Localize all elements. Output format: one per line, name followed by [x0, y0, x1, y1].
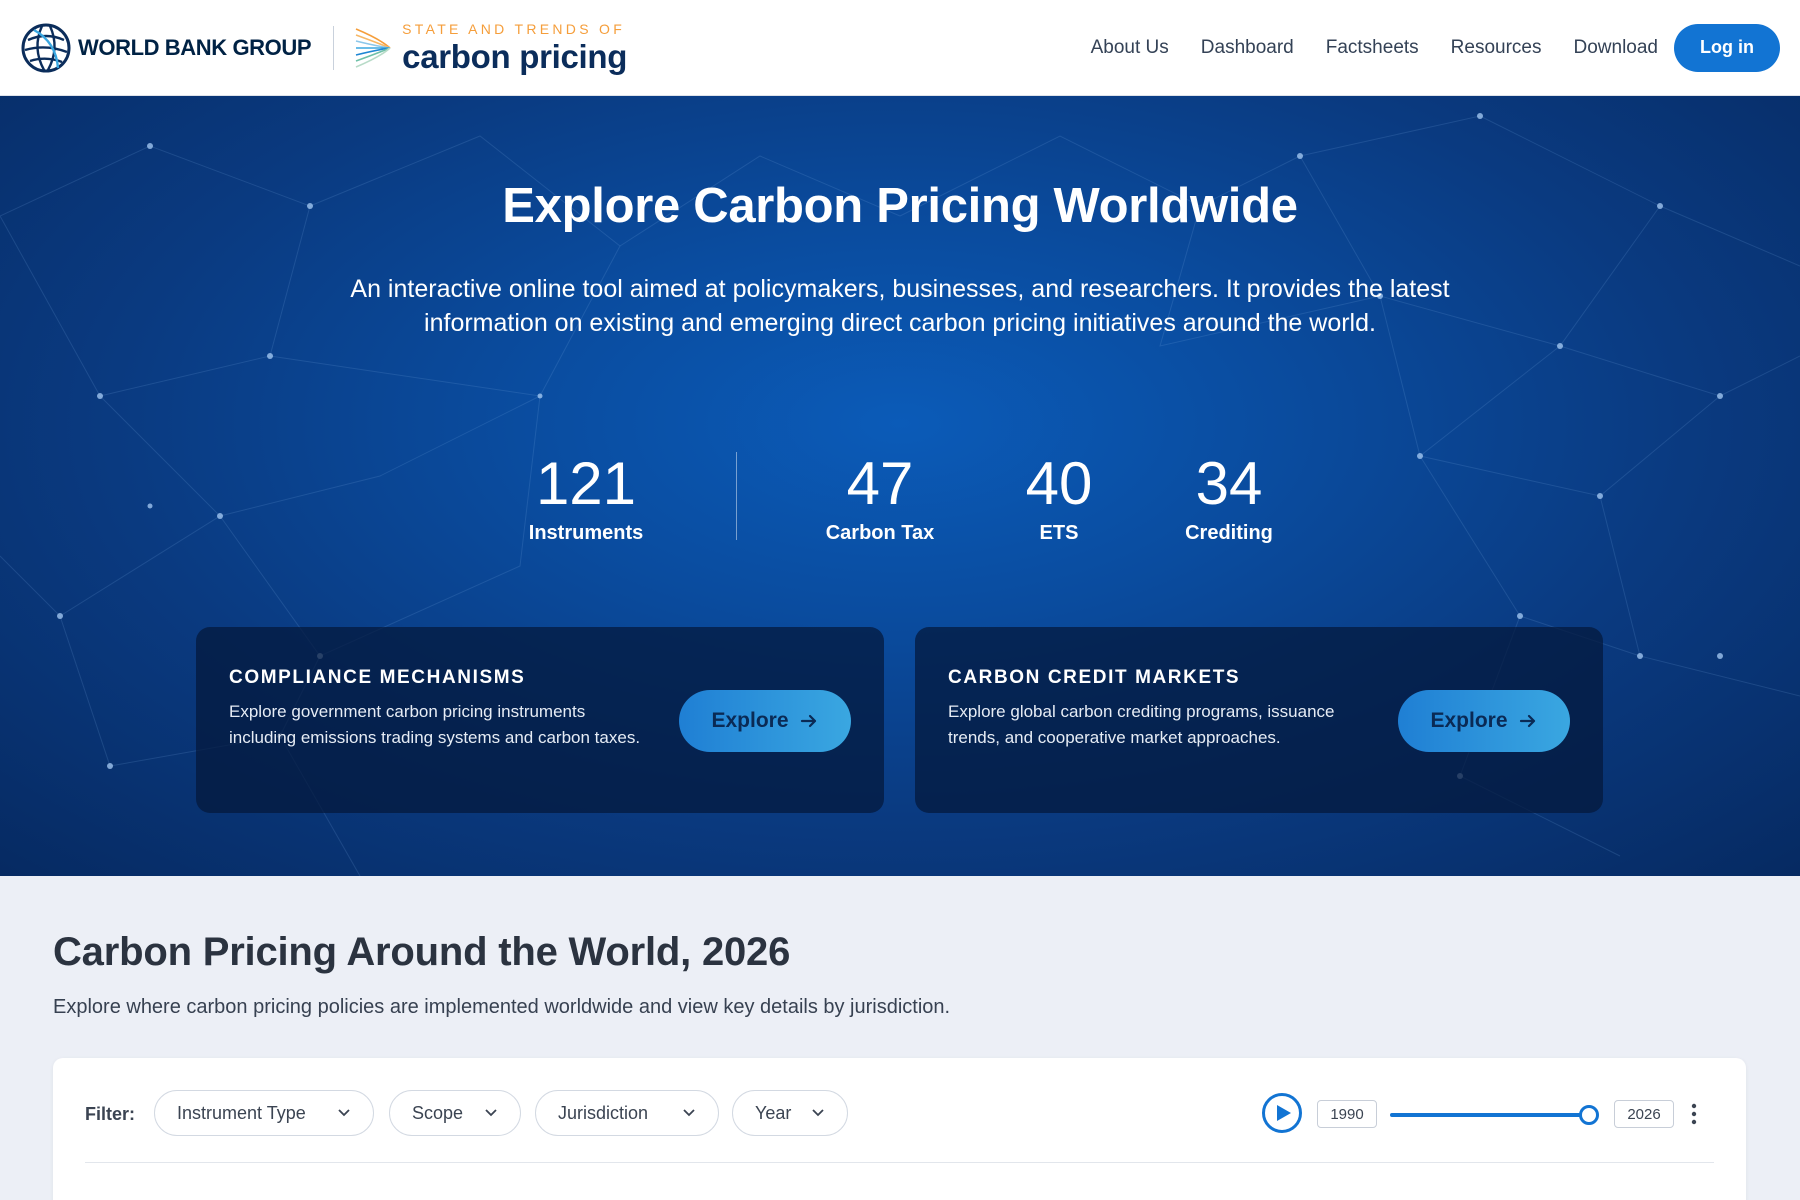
explore-label: Explore — [1430, 709, 1508, 732]
dropdown-label: Jurisdiction — [558, 1102, 649, 1123]
stat-value: 34 — [1195, 450, 1263, 517]
stat-label: Crediting — [1185, 522, 1273, 544]
stat-carbon-tax: 47 Carbon Tax — [780, 452, 980, 545]
dropdown-label: Scope — [412, 1102, 464, 1123]
chevron-down-icon — [812, 1109, 824, 1117]
stat-value: 47 — [846, 450, 914, 517]
carbon-credit-markets-card: CARBON CREDIT MARKETS Explore global car… — [915, 627, 1603, 813]
more-vertical-icon[interactable] — [1690, 1102, 1698, 1126]
arrow-right-icon — [1519, 714, 1535, 728]
compliance-mechanisms-card: COMPLIANCE MECHANISMS Explore government… — [196, 627, 884, 813]
year-slider-thumb[interactable] — [1579, 1105, 1599, 1125]
globe-icon — [21, 23, 71, 72]
year-end-box[interactable]: 2026 — [1614, 1100, 1674, 1128]
hero-title: Explore Carbon Pricing Worldwide — [502, 179, 1298, 233]
main-nav: About Us Dashboard Factsheets Resources … — [1059, 23, 1780, 72]
org-name: WORLD BANK GROUP — [78, 34, 312, 60]
panel-divider — [85, 1162, 1714, 1163]
nav-about-us[interactable]: About Us — [1091, 37, 1169, 59]
login-button[interactable]: Log in — [1674, 23, 1780, 72]
nav-dashboard[interactable]: Dashboard — [1201, 37, 1294, 59]
logo-divider — [333, 25, 335, 70]
jurisdiction-dropdown[interactable]: Jurisdiction — [535, 1090, 719, 1136]
carbon-pricing-mark-icon — [355, 27, 391, 68]
nav-download[interactable]: Download — [1574, 37, 1659, 59]
chevron-down-icon — [338, 1109, 350, 1117]
card-description: Explore government carbon pricing instru… — [229, 702, 641, 747]
filter-label: Filter: — [85, 1104, 136, 1124]
card-title: CARBON CREDIT MARKETS — [948, 667, 1241, 688]
explore-label: Explore — [711, 709, 789, 732]
site-header: WORLD BANK GROUP STATE AND TRENDS OF car… — [0, 0, 1800, 96]
hero-section: Explore Carbon Pricing Worldwide An inte… — [0, 96, 1800, 876]
play-icon[interactable] — [1261, 1092, 1303, 1134]
nav-resources[interactable]: Resources — [1451, 37, 1542, 59]
stat-instruments: 121 Instruments — [486, 452, 686, 545]
scope-dropdown[interactable]: Scope — [389, 1090, 521, 1136]
stats-divider — [736, 452, 737, 540]
world-bank-logo[interactable]: WORLD BANK GROUP — [20, 18, 312, 78]
card-title: COMPLIANCE MECHANISMS — [229, 667, 526, 688]
nav-factsheets[interactable]: Factsheets — [1326, 37, 1419, 59]
stat-label: Carbon Tax — [825, 522, 935, 544]
hero-subtitle: An interactive online tool aimed at poli… — [350, 275, 1450, 337]
stat-crediting: 34 Crediting — [1129, 452, 1329, 545]
stat-value: 121 — [535, 450, 637, 517]
world-map-preview — [483, 1196, 813, 1200]
section-subtitle: Explore where carbon pricing policies ar… — [53, 996, 951, 1018]
dropdown-label: Instrument Type — [177, 1102, 306, 1123]
instrument-type-dropdown[interactable]: Instrument Type — [154, 1090, 374, 1136]
arrow-right-icon — [800, 714, 816, 728]
chevron-down-icon — [485, 1109, 497, 1117]
product-name: carbon pricing — [402, 38, 628, 75]
chevron-down-icon — [683, 1109, 695, 1117]
stat-label: Instruments — [528, 522, 644, 544]
section-title: Carbon Pricing Around the World, 2026 — [53, 930, 791, 974]
carbon-pricing-logo[interactable]: STATE AND TRENDS OF carbon pricing — [354, 21, 627, 75]
explore-compliance-button[interactable]: Explore — [679, 690, 851, 752]
year-dropdown[interactable]: Year — [732, 1090, 848, 1136]
explore-credit-markets-button[interactable]: Explore — [1398, 690, 1570, 752]
stats-row: 121 Instruments 47 Carbon Tax 40 ETS 34 … — [0, 452, 1800, 562]
map-panel: Filter: Instrument Type Scope Jurisdicti… — [53, 1058, 1746, 1200]
year-start-box[interactable]: 1990 — [1317, 1100, 1377, 1128]
dropdown-label: Year — [755, 1102, 792, 1123]
card-description: Explore global carbon crediting programs… — [948, 702, 1335, 747]
product-tagline: STATE AND TRENDS OF — [402, 21, 626, 37]
year-slider[interactable] — [1390, 1113, 1590, 1117]
